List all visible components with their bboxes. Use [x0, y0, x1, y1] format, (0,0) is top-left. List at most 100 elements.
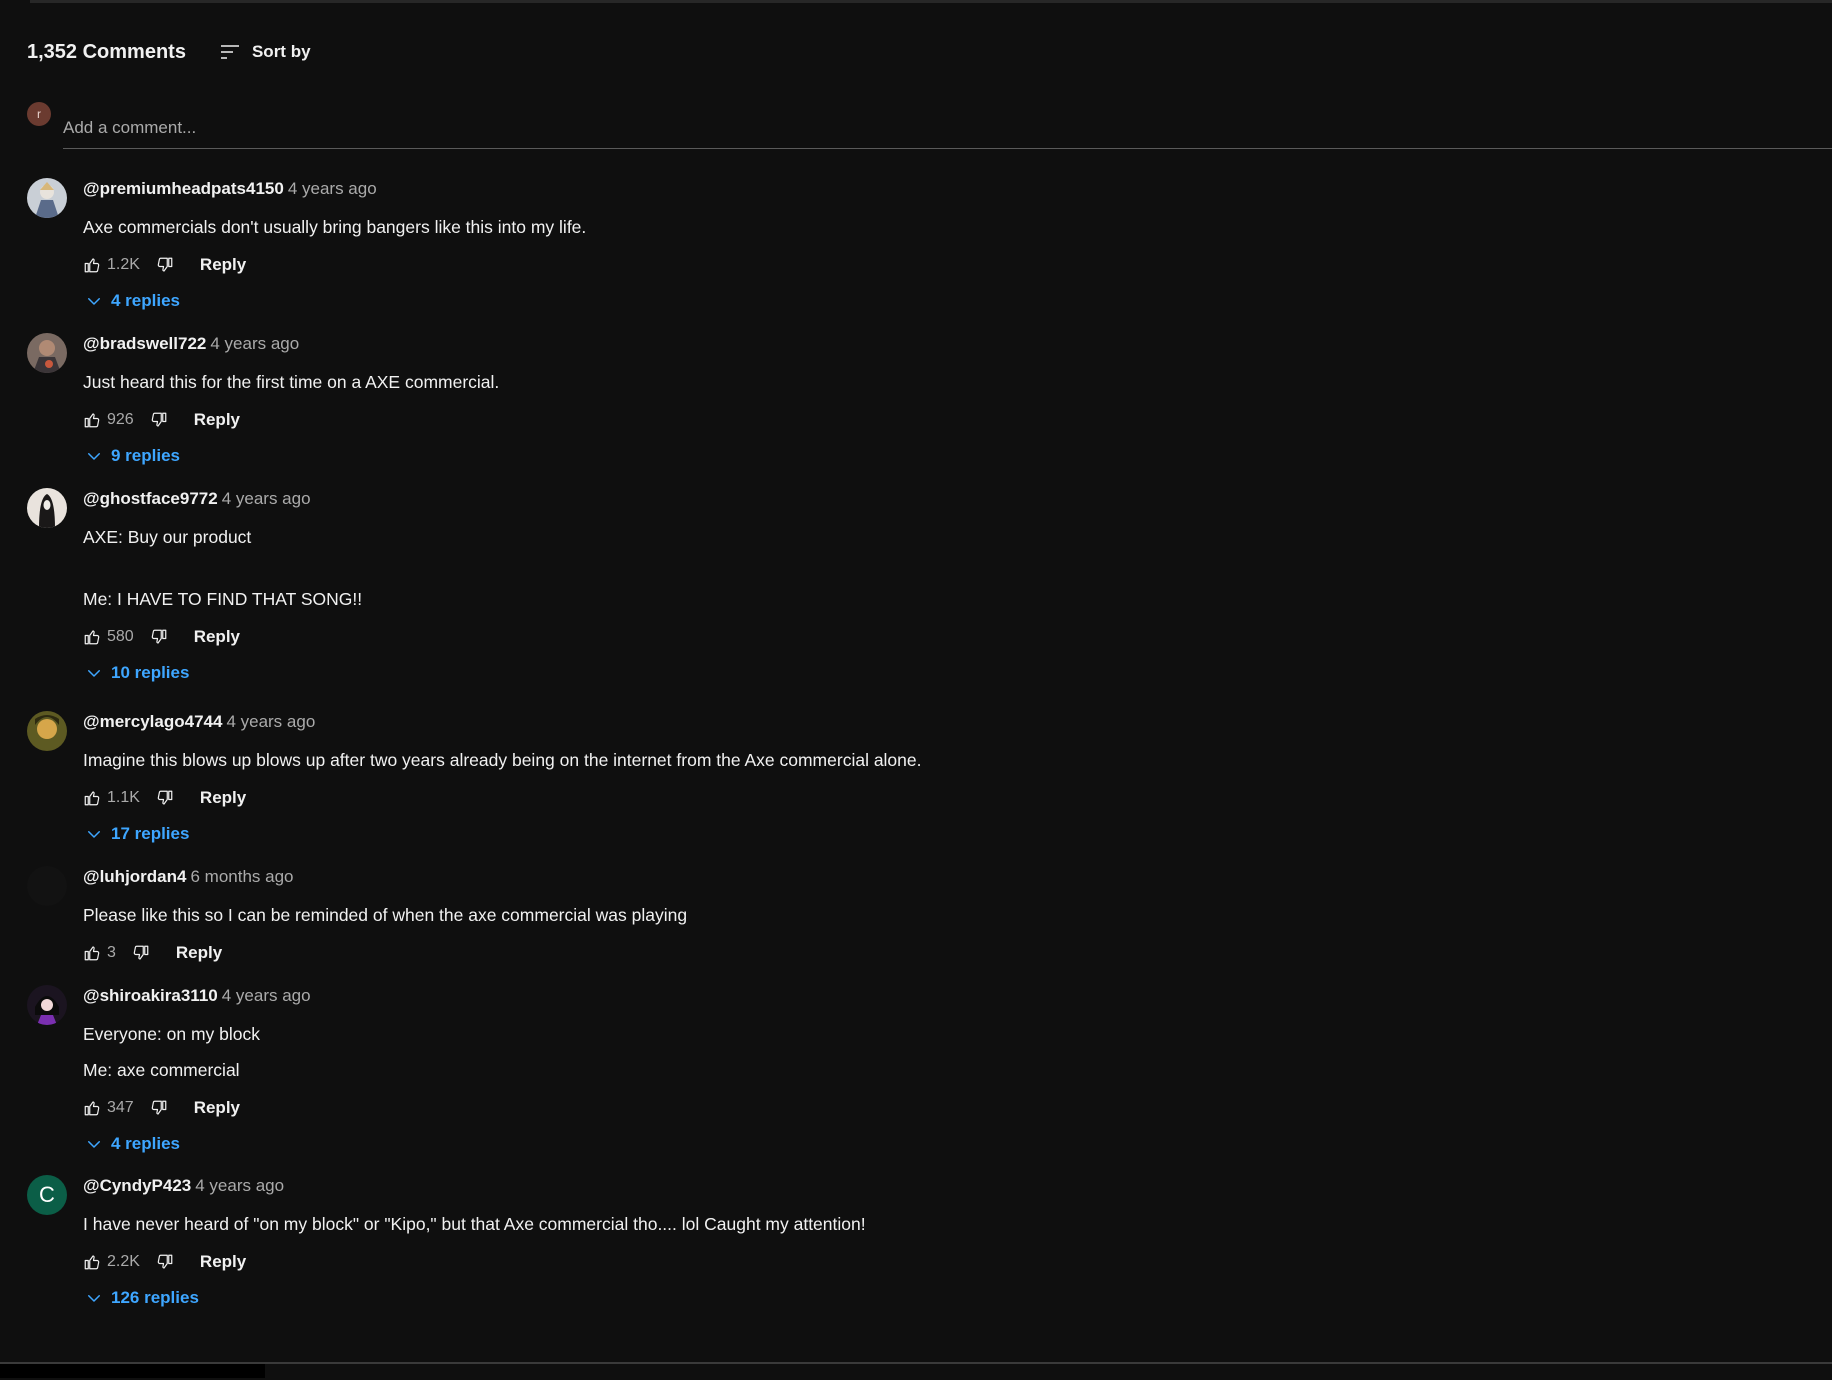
comment-actions: 3 Reply [83, 942, 1807, 964]
dislike-button[interactable] [150, 628, 168, 646]
avatar[interactable] [27, 985, 67, 1025]
view-replies-button[interactable]: 126 replies [85, 1287, 1807, 1309]
comment-line: AXE: Buy our product [83, 527, 252, 547]
comment-meta: @premiumheadpats4150 4 years ago [83, 178, 1807, 200]
comment-actions: 347 Reply [83, 1097, 1807, 1119]
comment-author[interactable]: @CyndyP423 [83, 1176, 191, 1195]
comment-time[interactable]: 6 months ago [190, 867, 293, 886]
chevron-down-icon [88, 1295, 100, 1302]
top-divider [30, 0, 1832, 3]
thumbs-down-icon [132, 944, 150, 962]
thumbs-up-icon [83, 1253, 101, 1271]
thumbs-down-icon [156, 1253, 174, 1271]
bottom-divider [0, 1362, 1832, 1380]
reply-button[interactable]: Reply [194, 627, 240, 647]
thumbs-up-icon [83, 1099, 101, 1117]
thumbs-up-icon [83, 411, 101, 429]
view-replies-button[interactable]: 9 replies [85, 445, 1807, 467]
comment-actions: 1.1K Reply [83, 787, 1807, 809]
sort-button[interactable]: Sort by [218, 40, 311, 64]
dislike-button[interactable] [156, 789, 174, 807]
comment-author[interactable]: @premiumheadpats4150 [83, 179, 284, 198]
like-button[interactable] [83, 256, 101, 274]
comment-author[interactable]: @ghostface9772 [83, 489, 218, 508]
add-comment-row: r [27, 100, 1832, 149]
comment-text: AXE: Buy our product Me: I HAVE TO FIND T… [83, 526, 1807, 610]
thumbs-up-icon [83, 944, 101, 962]
comment-actions: 926 Reply [83, 409, 1807, 431]
add-comment-input[interactable] [63, 100, 1832, 149]
comment-line: Just heard this for the first time on a … [83, 372, 500, 392]
comment-author[interactable]: @luhjordan4 [83, 867, 186, 886]
like-button[interactable] [83, 1099, 101, 1117]
chevron-down-icon [88, 298, 100, 305]
comment-time[interactable]: 4 years ago [226, 712, 315, 731]
dislike-button[interactable] [150, 1099, 168, 1117]
comment-time[interactable]: 4 years ago [288, 179, 377, 198]
comment-meta: @ghostface9772 4 years ago [83, 488, 1807, 510]
comment-actions: 580 Reply [83, 626, 1807, 648]
comment-time[interactable]: 4 years ago [222, 986, 311, 1005]
comment-actions: 2.2K Reply [83, 1251, 1807, 1273]
replies-label: 9 replies [111, 446, 180, 465]
dislike-button[interactable] [156, 256, 174, 274]
comment-body: @CyndyP423 4 years ago I have never heard … [83, 1175, 1807, 1309]
comment-line: Imagine this blows up blows up after two… [83, 750, 922, 770]
comment-time[interactable]: 4 years ago [222, 489, 311, 508]
comment-text: Just heard this for the first time on a … [83, 371, 1807, 393]
view-replies-button[interactable]: 17 replies [85, 823, 1807, 845]
like-button[interactable] [83, 411, 101, 429]
like-button[interactable] [83, 1253, 101, 1271]
comment-text: I have never heard of "on my block" or "… [83, 1213, 1807, 1235]
comment-meta: @CyndyP423 4 years ago [83, 1175, 1807, 1197]
thumbs-down-icon [156, 256, 174, 274]
avatar[interactable] [27, 866, 67, 906]
comment-body: @premiumheadpats4150 4 years ago Axe comme… [83, 178, 1807, 312]
comments-header: 1,352 Comments Sort by [27, 38, 311, 66]
view-replies-button[interactable]: 4 replies [85, 1133, 1807, 1155]
sort-label: Sort by [251, 42, 311, 61]
avatar[interactable] [27, 488, 67, 528]
comment-meta: @bradswell722 4 years ago [83, 333, 1807, 355]
reply-button[interactable]: Reply [176, 943, 222, 963]
dislike-button[interactable] [132, 944, 150, 962]
comment-body: @bradswell722 4 years ago Just heard this … [83, 333, 1807, 467]
comment-author[interactable]: @bradswell722 [83, 334, 206, 353]
like-button[interactable] [83, 789, 101, 807]
replies-label: 4 replies [111, 1134, 180, 1153]
like-count: 3 [107, 944, 116, 961]
comment-time[interactable]: 4 years ago [195, 1176, 284, 1195]
reply-button[interactable]: Reply [194, 1098, 240, 1118]
reply-button[interactable]: Reply [200, 255, 246, 275]
thumbs-down-icon [150, 1099, 168, 1117]
comment-line: I have never heard of "on my block" or "… [83, 1214, 866, 1234]
like-count: 926 [107, 411, 134, 428]
like-button[interactable] [83, 944, 101, 962]
dislike-button[interactable] [150, 411, 168, 429]
avatar[interactable] [27, 711, 67, 751]
replies-label: 4 replies [111, 291, 180, 310]
comment-author[interactable]: @mercylago4744 [83, 712, 222, 731]
comment-time[interactable]: 4 years ago [210, 334, 299, 353]
reply-button[interactable]: Reply [200, 788, 246, 808]
comment-meta: @luhjordan4 6 months ago [83, 866, 1807, 888]
like-button[interactable] [83, 628, 101, 646]
comment-body: @shiroakira3110 4 years ago Everyone: on m… [83, 985, 1807, 1155]
thumbs-down-icon [150, 411, 168, 429]
avatar[interactable] [27, 178, 67, 218]
comment-line: Everyone: on my block [83, 1024, 261, 1044]
replies-label: 10 replies [111, 663, 190, 682]
thumbs-up-icon [83, 256, 101, 274]
comment-author[interactable]: @shiroakira3110 [83, 986, 218, 1005]
view-replies-button[interactable]: 10 replies [85, 662, 1807, 684]
chevron-down-icon [88, 1141, 100, 1148]
view-replies-button[interactable]: 4 replies [85, 290, 1807, 312]
reply-button[interactable]: Reply [200, 1252, 246, 1272]
comment-line: Me: I HAVE TO FIND THAT SONG!! [83, 589, 363, 609]
dislike-button[interactable] [156, 1253, 174, 1271]
avatar[interactable]: C [27, 1175, 67, 1215]
replies-label: 126 replies [111, 1288, 199, 1307]
avatar[interactable] [27, 333, 67, 373]
reply-button[interactable]: Reply [194, 410, 240, 430]
avatar: r [27, 102, 51, 126]
